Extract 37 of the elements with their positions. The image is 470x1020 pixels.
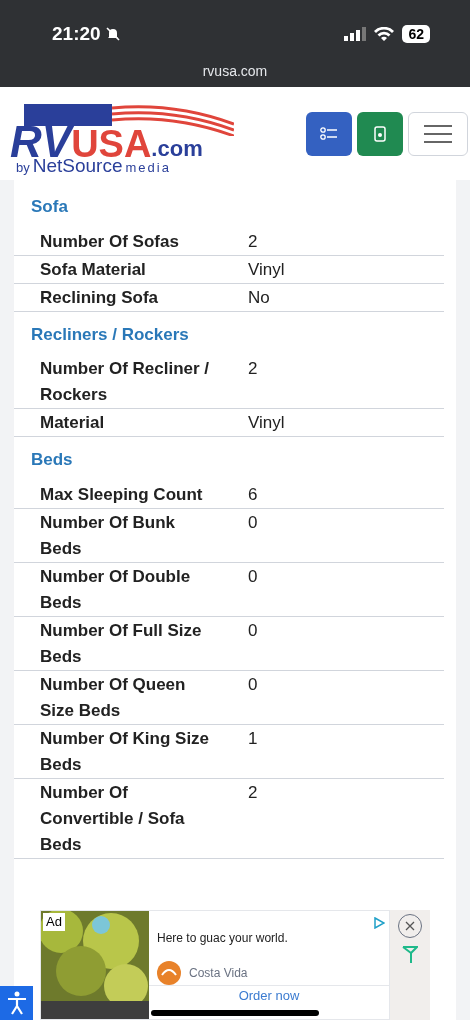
section-heading: Recliners / Rockers: [31, 324, 189, 344]
spec-label: Max Sleeping Count: [40, 484, 203, 504]
battery-level: 62: [402, 25, 430, 44]
spec-label: Number Of Sofas: [40, 231, 179, 251]
spec-value: Vinyl: [248, 258, 285, 281]
spec-value: 2: [248, 230, 258, 253]
spec-label: Number Of Bunk Beds: [40, 512, 176, 558]
logo-by: by: [16, 159, 30, 176]
spec-label: Number Of Queen Size Beds: [40, 674, 186, 720]
url-address: rvusa.com: [202, 61, 268, 81]
ad-headline: Here to guac your world.: [157, 931, 288, 945]
logo-media: media: [125, 159, 171, 176]
spec-value: 2: [248, 781, 258, 804]
spec-label: Number Of King Size Beds: [40, 728, 210, 774]
spec-value: 0: [248, 619, 258, 642]
spec-label: Reclining Sofa: [40, 287, 159, 307]
spec-label: Number Of Convertible / Sofa Beds: [40, 782, 185, 854]
section-heading: Sofa: [31, 197, 68, 216]
order-now-link[interactable]: Order now: [238, 988, 300, 1004]
spec-value: 2: [248, 358, 258, 380]
ad-label: Ad: [43, 913, 65, 931]
advertiser-name: Costa Vida: [189, 965, 248, 982]
spec-label: Number Of Double Beds: [40, 566, 191, 612]
spec-value: 0: [248, 565, 258, 588]
spec-label: Sofa Material: [40, 259, 146, 279]
spec-value: 0: [248, 511, 258, 534]
section-heading: Beds: [31, 450, 73, 469]
spec-label: Number Of Recliner / Rockers: [40, 359, 210, 404]
status-time: 21:20: [52, 22, 101, 46]
logo-dotcom: .com: [151, 135, 203, 162]
spec-value: No: [248, 286, 270, 309]
spec-value: 1: [248, 727, 258, 750]
spec-label: Number Of Full Size Beds: [40, 620, 202, 666]
spec-value: 6: [248, 483, 258, 506]
spec-value: 0: [248, 673, 258, 696]
spec-value: Vinyl: [248, 412, 285, 434]
spec-label: Material: [40, 413, 105, 432]
